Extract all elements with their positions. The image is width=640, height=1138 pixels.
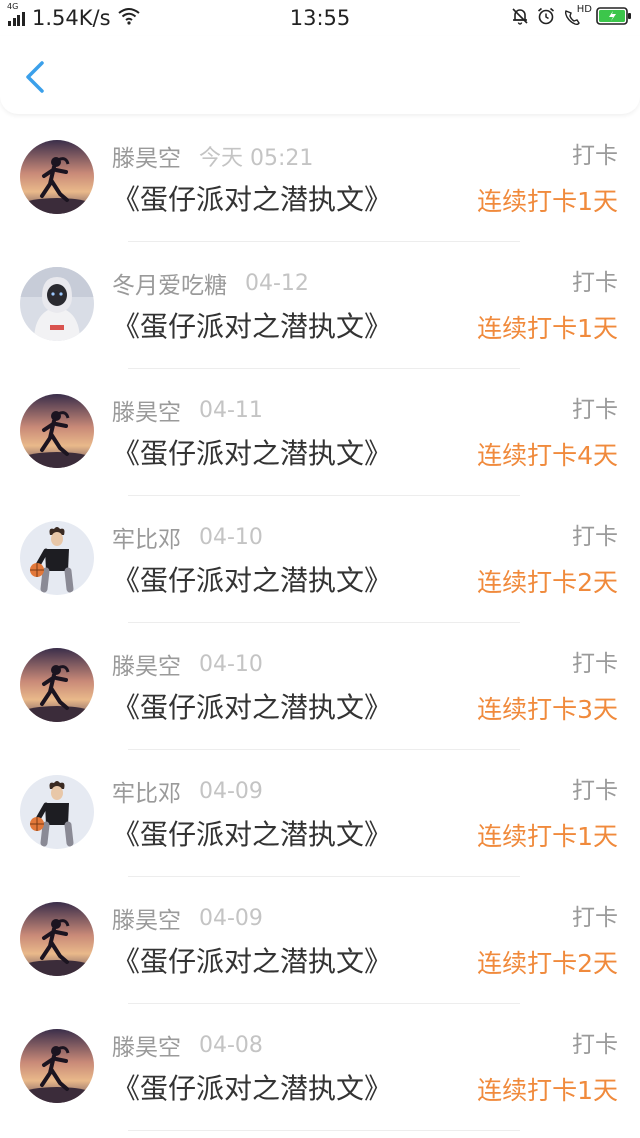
girl-running-sunset-avatar-icon [20, 140, 94, 214]
meta-line: 滕昊空 04-08 [112, 1028, 263, 1062]
book-title[interactable]: 《蛋仔派对之潜执文》 [112, 942, 392, 982]
checkin-tag: 打卡 [572, 524, 618, 550]
user-name[interactable]: 滕昊空 [112, 1028, 181, 1062]
streak-label: 连续打卡3天 [477, 695, 618, 724]
book-title[interactable]: 《蛋仔派对之潜执文》 [112, 1069, 392, 1109]
user-name[interactable]: 牢比邓 [112, 520, 181, 554]
avatar[interactable] [20, 648, 94, 722]
avatar[interactable] [20, 394, 94, 468]
checkin-date: 04-08 [199, 1032, 263, 1058]
status-bar: 4G 1.54K/s 13:55 HD [0, 0, 640, 36]
user-name[interactable]: 滕昊空 [112, 393, 181, 427]
divider [128, 876, 520, 877]
book-title[interactable]: 《蛋仔派对之潜执文》 [112, 815, 392, 855]
meta-line: 牢比邓 04-10 [112, 520, 263, 554]
checkin-tag: 打卡 [572, 270, 618, 296]
list-item[interactable]: 滕昊空 今天 05:21 打卡 《蛋仔派对之潜执文》 连续打卡1天 [0, 124, 640, 251]
girl-running-sunset-avatar-icon [20, 1029, 94, 1103]
streak-label: 连续打卡2天 [477, 949, 618, 978]
meta-line: 滕昊空 04-09 [112, 901, 263, 935]
avatar[interactable] [20, 1029, 94, 1103]
user-name[interactable]: 滕昊空 [112, 901, 181, 935]
avatar[interactable] [20, 521, 94, 595]
book-title[interactable]: 《蛋仔派对之潜执文》 [112, 180, 392, 220]
list-item[interactable]: 牢比邓 04-10 打卡 《蛋仔派对之潜执文》 连续打卡2天 [0, 505, 640, 632]
checkin-tag: 打卡 [572, 397, 618, 423]
girl-running-sunset-avatar-icon [20, 902, 94, 976]
streak-label: 连续打卡2天 [477, 568, 618, 597]
back-button[interactable] [18, 58, 52, 96]
streak-label: 连续打卡1天 [477, 1076, 618, 1105]
mute-bell-icon [510, 6, 530, 30]
meta-line: 冬月爱吃糖 04-12 [112, 266, 309, 300]
meta-line: 滕昊空 04-10 [112, 647, 263, 681]
divider [128, 368, 520, 369]
girl-running-sunset-avatar-icon [20, 648, 94, 722]
meta-line: 滕昊空 04-11 [112, 393, 263, 427]
checkin-tag: 打卡 [572, 651, 618, 677]
divider [128, 1130, 520, 1131]
streak-label: 连续打卡1天 [477, 187, 618, 216]
avatar[interactable] [20, 902, 94, 976]
battery-charging-icon [596, 6, 632, 30]
list-item[interactable]: 滕昊空 04-11 打卡 《蛋仔派对之潜执文》 连续打卡4天 [0, 378, 640, 505]
hd-label: HD [576, 4, 592, 15]
divider [128, 1003, 520, 1004]
checkin-tag: 打卡 [572, 1032, 618, 1058]
checkin-tag: 打卡 [572, 778, 618, 804]
list-item[interactable]: 滕昊空 04-09 打卡 《蛋仔派对之潜执文》 连续打卡2天 [0, 886, 640, 1013]
avatar[interactable] [20, 267, 94, 341]
book-title[interactable]: 《蛋仔派对之潜执文》 [112, 688, 392, 728]
streak-label: 连续打卡1天 [477, 822, 618, 851]
divider [128, 241, 520, 242]
list-item[interactable]: 冬月爱吃糖 04-12 打卡 《蛋仔派对之潜执文》 连续打卡1天 [0, 251, 640, 378]
checkin-list: 滕昊空 今天 05:21 打卡 《蛋仔派对之潜执文》 连续打卡1天 冬月爱吃糖 04… [0, 124, 640, 1138]
book-title[interactable]: 《蛋仔派对之潜执文》 [112, 307, 392, 347]
divider [128, 749, 520, 750]
streak-label: 连续打卡1天 [477, 314, 618, 343]
checkin-tag: 打卡 [572, 905, 618, 931]
checkin-date: 04-09 [199, 778, 263, 804]
checkin-tag: 打卡 [572, 143, 618, 169]
checkin-date: 04-09 [199, 905, 263, 931]
chevron-left-icon [26, 61, 44, 93]
hd-call-icon: HD [562, 4, 592, 29]
book-title[interactable]: 《蛋仔派对之潜执文》 [112, 434, 392, 474]
list-item[interactable]: 牢比邓 04-09 打卡 《蛋仔派对之潜执文》 连续打卡1天 [0, 759, 640, 886]
avatar[interactable] [20, 775, 94, 849]
user-name[interactable]: 滕昊空 [112, 139, 181, 173]
basketball-player-avatar-icon [20, 775, 94, 849]
streak-label: 连续打卡4天 [477, 441, 618, 470]
list-item[interactable]: 滕昊空 04-08 打卡 《蛋仔派对之潜执文》 连续打卡1天 [0, 1013, 640, 1138]
checkin-date: 今天 05:21 [199, 146, 314, 171]
meta-line: 滕昊空 今天 05:21 [112, 140, 313, 172]
girl-running-sunset-avatar-icon [20, 394, 94, 468]
meta-line: 牢比邓 04-09 [112, 774, 263, 808]
divider [128, 622, 520, 623]
user-name[interactable]: 滕昊空 [112, 647, 181, 681]
alarm-icon [536, 6, 556, 30]
user-name[interactable]: 牢比邓 [112, 774, 181, 808]
avatar[interactable] [20, 140, 94, 214]
book-title[interactable]: 《蛋仔派对之潜执文》 [112, 561, 392, 601]
nav-bar [0, 36, 640, 114]
status-right: HD [510, 4, 632, 30]
checkin-date: 04-10 [199, 524, 263, 550]
list-item[interactable]: 滕昊空 04-10 打卡 《蛋仔派对之潜执文》 连续打卡3天 [0, 632, 640, 759]
checkin-date: 04-11 [199, 397, 263, 423]
user-name[interactable]: 冬月爱吃糖 [112, 266, 227, 300]
checkin-date: 04-12 [245, 270, 309, 296]
divider [128, 495, 520, 496]
basketball-player-avatar-icon [20, 521, 94, 595]
hooded-figure-avatar-icon [20, 267, 94, 341]
checkin-date: 04-10 [199, 651, 263, 677]
